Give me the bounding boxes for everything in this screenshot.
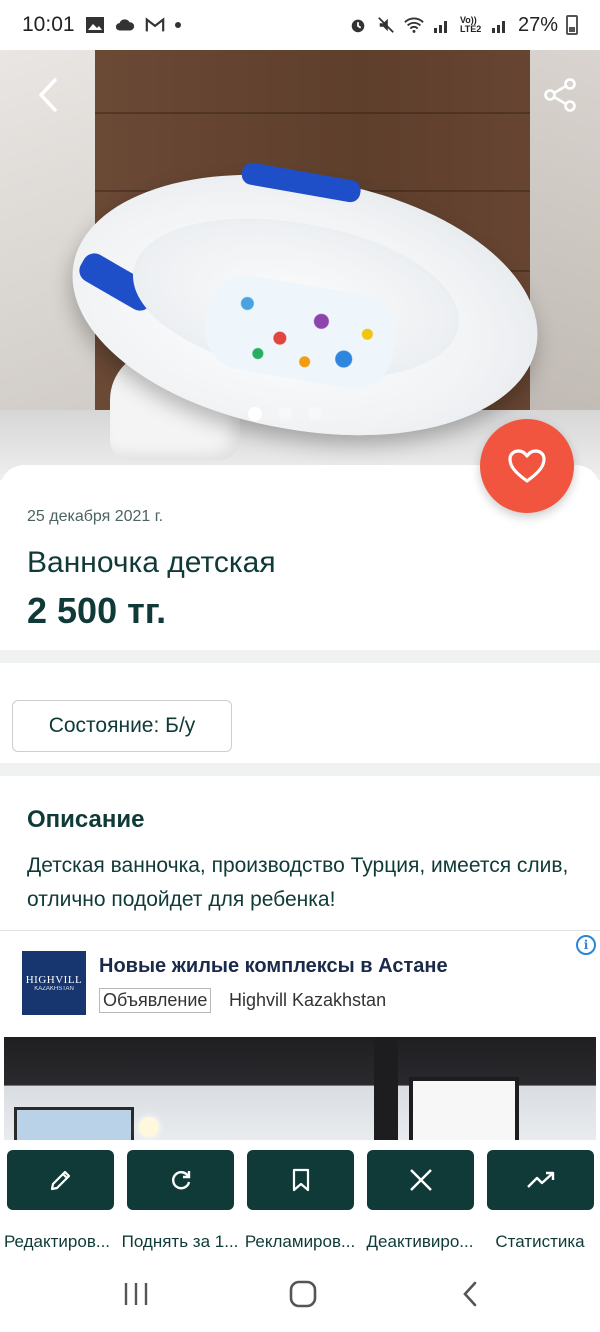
description-heading: Описание	[27, 806, 145, 833]
alarm-icon	[351, 19, 365, 33]
photo-pagination	[248, 407, 322, 421]
chevron-left-icon	[39, 78, 57, 112]
ad-image-door	[409, 1077, 519, 1145]
listing-title: Ванночка детская	[27, 546, 276, 579]
ad-advertiser[interactable]: Highvill Kazakhstan	[229, 990, 386, 1011]
refresh-icon	[171, 1171, 190, 1190]
battery-percent: 27%	[517, 13, 558, 36]
photo-plank	[95, 112, 530, 114]
section-separator	[0, 650, 600, 663]
photo-bathtub-handle	[240, 161, 363, 204]
photo-bathtub-inner	[120, 195, 472, 401]
promote-button-label[interactable]: Рекламиров...	[240, 1232, 360, 1252]
back-nav-button[interactable]	[450, 1278, 490, 1310]
favorite-button[interactable]	[480, 419, 574, 513]
deactivate-button[interactable]	[367, 1150, 474, 1210]
mute-icon	[378, 17, 394, 33]
pencil-icon	[50, 1170, 70, 1191]
heart-icon	[508, 449, 546, 483]
pagination-dot[interactable]	[308, 407, 322, 421]
notification-dot-icon	[174, 22, 181, 28]
status-left: 10:01	[22, 13, 181, 37]
system-nav-bar	[0, 1262, 600, 1332]
close-icon	[409, 1169, 432, 1191]
share-button[interactable]	[540, 75, 580, 115]
ad-image-beam	[374, 1037, 398, 1145]
status-right: Vo)) LTE2 27%	[348, 14, 578, 37]
bookmark-icon	[292, 1168, 309, 1192]
status-time: 10:01	[22, 13, 75, 36]
back-arrow-icon	[463, 1281, 477, 1307]
home-button[interactable]	[283, 1278, 323, 1310]
pagination-dot[interactable]	[278, 407, 292, 421]
ad-logo-text: HIGHVILL	[25, 974, 83, 986]
ad-info-icon[interactable]: i	[576, 935, 596, 955]
ad-image[interactable]	[4, 1037, 596, 1145]
statistics-button-label[interactable]: Статистика	[480, 1232, 600, 1252]
gmail-icon	[145, 17, 164, 32]
share-icon	[544, 78, 576, 112]
battery-icon	[566, 15, 578, 35]
pagination-dot[interactable]	[248, 407, 262, 421]
recent-apps-button[interactable]	[116, 1278, 156, 1310]
recent-apps-icon	[124, 1283, 148, 1305]
photo-bath-mat	[198, 268, 403, 396]
section-separator	[0, 763, 600, 776]
ad-badge: Объявление	[99, 988, 212, 1013]
home-icon	[289, 1280, 317, 1308]
listing-date: 25 декабря 2021 г.	[27, 508, 164, 525]
edit-button[interactable]	[7, 1150, 114, 1210]
ad-banner[interactable]: HIGHVILL KAZAKHSTAN Новые жилые комплекс…	[0, 930, 600, 1145]
condition-label: Состояние: Б/у	[48, 714, 196, 737]
ad-logo-subtext: KAZAKHSTAN	[34, 986, 74, 992]
ad-logo[interactable]: HIGHVILL KAZAKHSTAN	[22, 951, 86, 1015]
image-icon	[85, 17, 104, 33]
trending-up-icon	[526, 1171, 554, 1188]
signal-icon	[433, 21, 447, 33]
raise-button-label[interactable]: Поднять за 1...	[120, 1232, 240, 1252]
signal-icon-2	[491, 21, 505, 33]
deactivate-button-label[interactable]: Деактивиро...	[360, 1232, 480, 1252]
ad-image-lamp	[139, 1117, 159, 1137]
description-text: Детская ванночка, производство Турция, и…	[27, 854, 569, 911]
network-type-label: Vo)) LTE2	[459, 15, 482, 34]
edit-button-label[interactable]: Редактиров...	[0, 1232, 117, 1252]
wifi-icon	[404, 17, 424, 33]
status-bar: 10:01 Vo)) LTE2 27%	[0, 0, 600, 50]
cloud-icon	[115, 19, 134, 31]
ad-title[interactable]: Новые жилые комплексы в Астане	[99, 955, 448, 978]
back-button[interactable]	[28, 75, 68, 115]
listing-price: 2 500 тг.	[27, 590, 167, 631]
statistics-button[interactable]	[487, 1150, 594, 1210]
promote-button[interactable]	[247, 1150, 354, 1210]
raise-button[interactable]	[127, 1150, 234, 1210]
action-bar: Редактиров... Поднять за 1... Рекламиров…	[0, 1140, 600, 1265]
condition-chip: Состояние: Б/у	[12, 700, 232, 752]
